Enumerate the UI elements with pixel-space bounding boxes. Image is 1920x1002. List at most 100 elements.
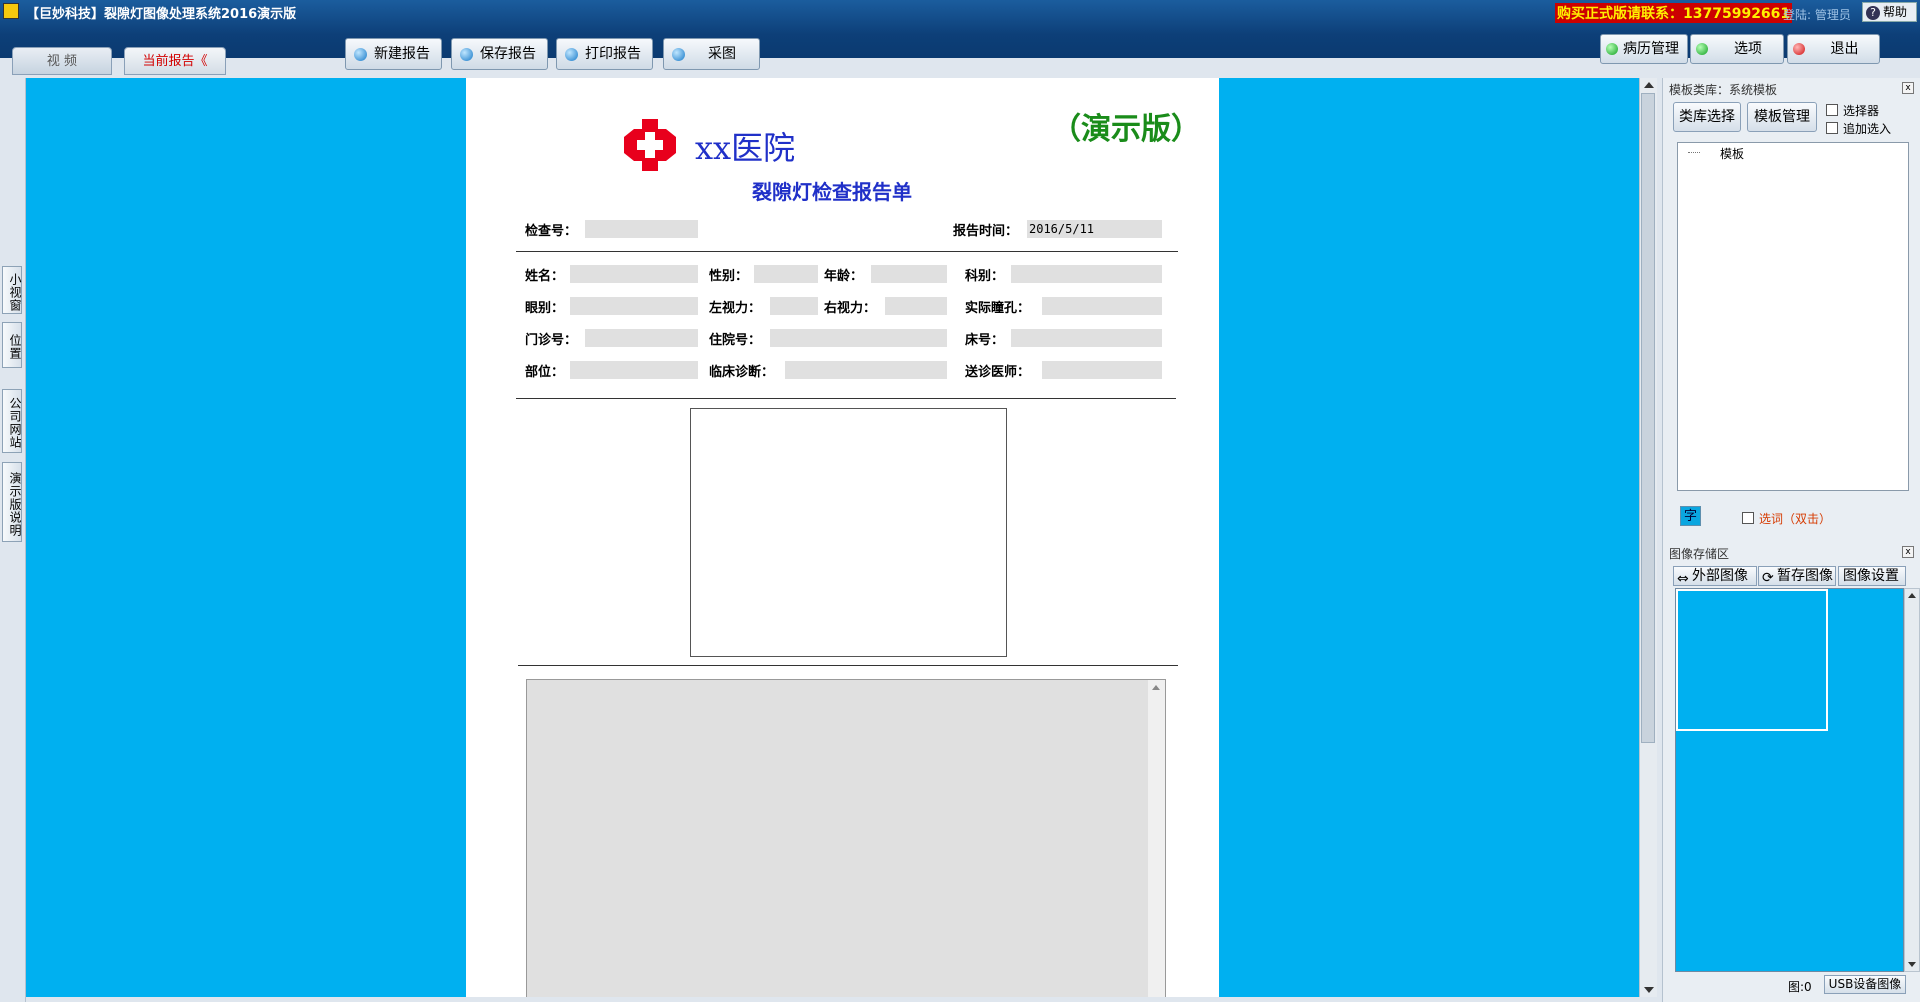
gender-label: 性别： xyxy=(709,269,749,284)
dept-field[interactable] xyxy=(1011,265,1162,283)
template-panel-header: 模板类库：系统模板 xyxy=(1669,83,1778,97)
doctor-field[interactable] xyxy=(1042,361,1162,379)
exam-no-field[interactable] xyxy=(585,220,698,238)
external-image-tab[interactable]: ⇔ 外部图像 xyxy=(1673,566,1757,587)
records-button[interactable]: 病历管理 xyxy=(1600,34,1688,64)
part-field[interactable] xyxy=(570,361,698,379)
right-vision-label: 右视力： xyxy=(824,301,877,316)
temp-image-label: 暂存图像 xyxy=(1777,568,1833,584)
outpatient-label: 门诊号： xyxy=(525,333,578,348)
inpatient-field[interactable] xyxy=(770,329,947,347)
append-checkbox[interactable]: 追加选入 xyxy=(1826,120,1891,137)
name-label: 姓名： xyxy=(525,269,565,284)
select-word-checkbox[interactable]: 选词（双击） xyxy=(1742,510,1831,527)
selector-checkbox[interactable]: 选择器 xyxy=(1826,102,1879,119)
exit-label: 退出 xyxy=(1830,41,1859,57)
ball-icon xyxy=(354,48,367,61)
exam-no-label: 检查号： xyxy=(525,224,578,239)
pupil-label: 实际瞳孔： xyxy=(965,301,1031,316)
template-tree[interactable] xyxy=(1677,142,1909,491)
print-report-label: 打印报告 xyxy=(585,46,641,62)
window-title: 【巨妙科技】裂隙灯图像处理系统2016演示版 xyxy=(26,7,297,22)
scroll-thumb[interactable] xyxy=(1641,93,1655,743)
buy-contact: 购买正式版请联系：13775992661 xyxy=(1555,3,1793,23)
close-icon[interactable]: x xyxy=(1902,546,1914,558)
temp-image-tab[interactable]: ⟳ 暂存图像 xyxy=(1758,566,1836,586)
outpatient-field[interactable] xyxy=(585,329,698,347)
arrows-icon: ⇔ xyxy=(1677,571,1689,587)
close-icon[interactable]: x xyxy=(1902,82,1914,94)
capture-button[interactable]: 采图 xyxy=(663,38,760,70)
ball-icon xyxy=(672,48,685,61)
bottom-strip xyxy=(26,997,1662,1002)
demo-instructions-tab[interactable]: 演示版说明 xyxy=(2,462,22,542)
save-report-button[interactable]: 保存报告 xyxy=(451,38,548,70)
save-report-label: 保存报告 xyxy=(480,46,536,62)
template-manage-button[interactable]: 模板管理 xyxy=(1747,102,1817,132)
exit-button[interactable]: 退出 xyxy=(1787,34,1880,64)
position-tab[interactable]: 位置 xyxy=(2,322,22,368)
part-label: 部位： xyxy=(525,365,565,380)
report-title: 裂隙灯检查报告单 xyxy=(752,180,912,204)
tab-video[interactable]: 视 频 xyxy=(12,47,112,75)
report-image-slot[interactable] xyxy=(690,408,1007,657)
options-button[interactable]: 选项 xyxy=(1690,34,1784,64)
options-label: 选项 xyxy=(1734,41,1762,57)
records-label: 病历管理 xyxy=(1623,41,1679,57)
small-window-tab[interactable]: 小视窗 xyxy=(2,266,22,314)
company-website-tab[interactable]: 公司网站 xyxy=(2,389,22,453)
pupil-field[interactable] xyxy=(1042,297,1162,315)
demo-tag: （演示版） xyxy=(1051,112,1201,147)
help-label: 帮助 xyxy=(1883,5,1908,19)
scroll-up-icon xyxy=(1152,685,1160,690)
append-label: 追加选入 xyxy=(1843,122,1892,136)
usb-device-image-button[interactable]: USB设备图像 xyxy=(1824,975,1906,994)
checkbox-icon xyxy=(1826,104,1838,116)
dept-label: 科别： xyxy=(965,269,1005,284)
tree-item-template[interactable]: 模板 xyxy=(1720,145,1744,162)
scroll-up-icon xyxy=(1644,82,1654,88)
image-settings-tab[interactable]: 图像设置 xyxy=(1838,566,1906,586)
new-report-button[interactable]: 新建报告 xyxy=(345,38,442,70)
bed-label: 床号： xyxy=(965,333,1005,348)
divider xyxy=(518,665,1178,666)
image-thumbnail[interactable] xyxy=(1676,589,1828,731)
age-label: 年龄： xyxy=(824,269,864,284)
age-field[interactable] xyxy=(871,265,947,283)
diagnosis-field[interactable] xyxy=(785,361,947,379)
hospital-name: xx医院 xyxy=(695,129,796,167)
tree-line xyxy=(1688,152,1700,153)
help-button[interactable]: ? 帮助 xyxy=(1862,2,1917,22)
select-word-label: 选词（双击） xyxy=(1759,512,1832,526)
right-vision-field[interactable] xyxy=(885,297,947,315)
tab-current-report[interactable]: 当前报告《 xyxy=(124,47,226,75)
bed-field[interactable] xyxy=(1011,329,1162,347)
description-textarea[interactable] xyxy=(526,679,1166,1002)
eye-field[interactable] xyxy=(570,297,698,315)
image-count: 图:0 xyxy=(1788,980,1812,994)
divider xyxy=(516,251,1178,252)
report-time-field[interactable]: 2016/5/11 xyxy=(1027,220,1162,238)
eye-label: 眼别： xyxy=(525,301,565,316)
login-info: 登陆: 管理员 xyxy=(1783,8,1851,22)
description-scrollbar[interactable] xyxy=(1148,680,1165,1002)
checkbox-icon xyxy=(1826,122,1838,134)
ball-icon xyxy=(565,48,578,61)
image-scrollbar[interactable] xyxy=(1904,588,1920,972)
refresh-icon: ⟳ xyxy=(1762,570,1774,586)
green-dot-icon xyxy=(1696,43,1708,55)
selector-label: 选择器 xyxy=(1843,104,1880,118)
name-field[interactable] xyxy=(570,265,698,283)
library-select-button[interactable]: 类库选择 xyxy=(1673,102,1741,132)
scroll-up-icon xyxy=(1908,593,1916,598)
red-cross-icon xyxy=(624,119,676,171)
checkbox-icon xyxy=(1742,512,1754,524)
zi-button[interactable]: 字 xyxy=(1680,506,1701,526)
left-vision-label: 左视力： xyxy=(709,301,762,316)
report-time-label: 报告时间： xyxy=(953,224,1019,239)
app-icon xyxy=(3,3,19,19)
gender-field[interactable] xyxy=(754,265,818,283)
left-vision-field[interactable] xyxy=(770,297,818,315)
scroll-down-icon xyxy=(1644,987,1654,993)
print-report-button[interactable]: 打印报告 xyxy=(556,38,653,70)
